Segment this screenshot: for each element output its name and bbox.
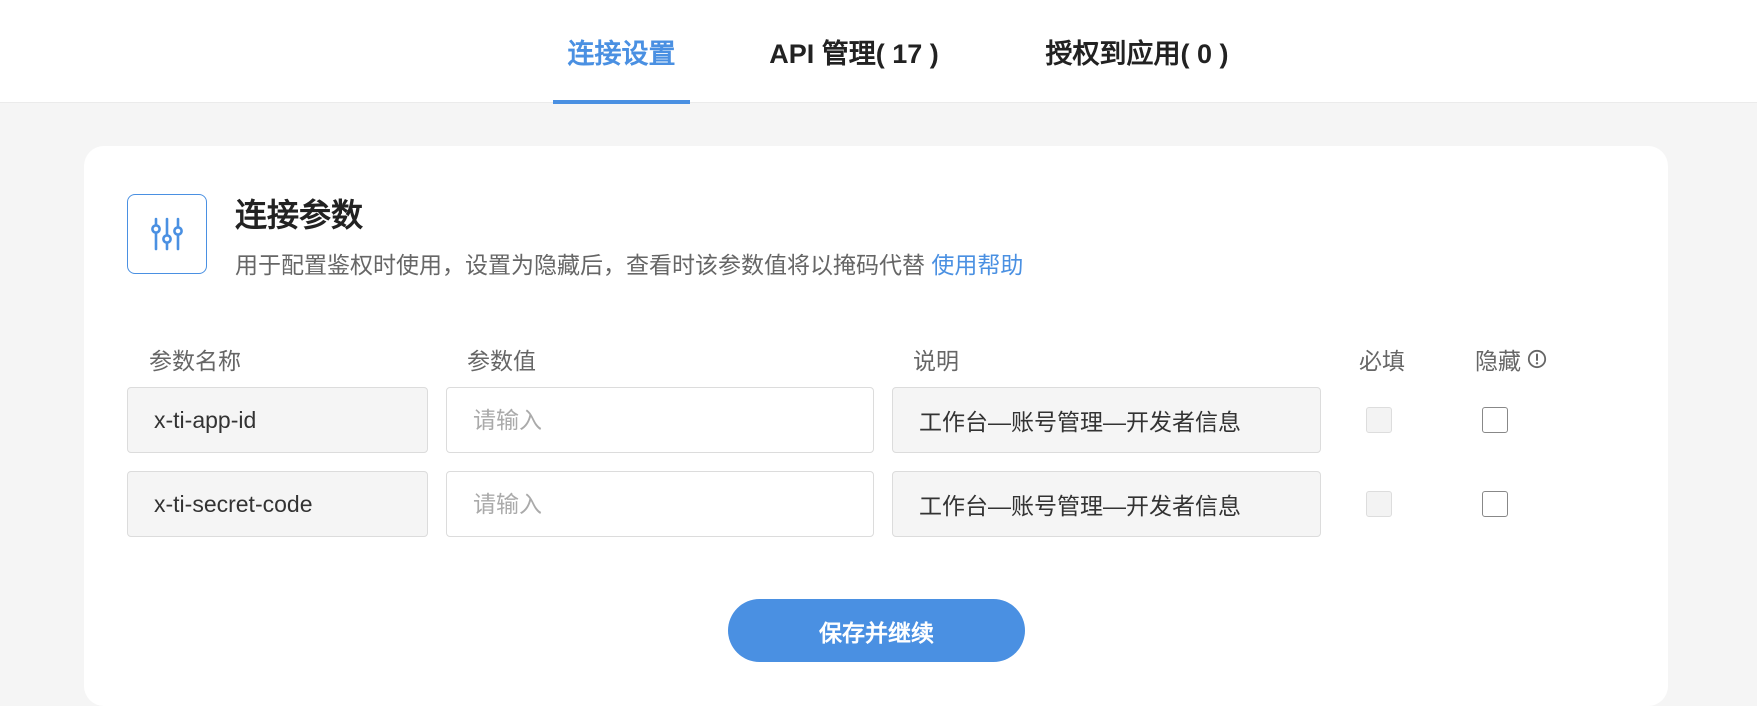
tab-api-management[interactable]: API 管理( 17 ) xyxy=(760,0,948,103)
param-name-field: x-ti-app-id xyxy=(127,387,428,453)
section-description: 用于配置鉴权时使用，设置为隐藏后，查看时该参数值将以掩码代替 使用帮助 xyxy=(235,246,1023,280)
hidden-checkbox[interactable] xyxy=(1482,491,1508,517)
header-hidden-label: 隐藏 xyxy=(1475,348,1521,374)
param-description-field: 工作台—账号管理—开发者信息 xyxy=(892,387,1321,453)
header-hidden: 隐藏 xyxy=(1475,342,1547,376)
header-description: 说明 xyxy=(913,348,959,374)
param-description-field: 工作台—账号管理—开发者信息 xyxy=(892,471,1321,537)
tab-authorized-apps[interactable]: 授权到应用( 0 ) xyxy=(1026,0,1248,103)
section-title: 连接参数 xyxy=(235,197,364,233)
sliders-icon xyxy=(127,194,207,274)
header-param-name: 参数名称 xyxy=(149,348,241,374)
info-icon[interactable] xyxy=(1527,349,1547,369)
required-checkbox xyxy=(1366,491,1392,517)
save-and-continue-button[interactable]: 保存并继续 xyxy=(728,599,1025,662)
top-tab-bar: 连接设置 API 管理( 17 ) 授权到应用( 0 ) xyxy=(0,0,1757,104)
param-name-field: x-ti-secret-code xyxy=(127,471,428,537)
hidden-checkbox[interactable] xyxy=(1482,407,1508,433)
param-value-input[interactable] xyxy=(446,471,874,537)
header-required: 必填 xyxy=(1359,348,1405,374)
help-link[interactable]: 使用帮助 xyxy=(931,252,1023,278)
param-value-input[interactable] xyxy=(446,387,874,453)
connection-params-card: 连接参数 用于配置鉴权时使用，设置为隐藏后，查看时该参数值将以掩码代替 使用帮助… xyxy=(84,146,1668,706)
section-description-text: 用于配置鉴权时使用，设置为隐藏后，查看时该参数值将以掩码代替 xyxy=(235,252,925,278)
tab-connection-settings[interactable]: 连接设置 xyxy=(553,0,690,104)
header-param-value: 参数值 xyxy=(467,348,536,374)
required-checkbox xyxy=(1366,407,1392,433)
